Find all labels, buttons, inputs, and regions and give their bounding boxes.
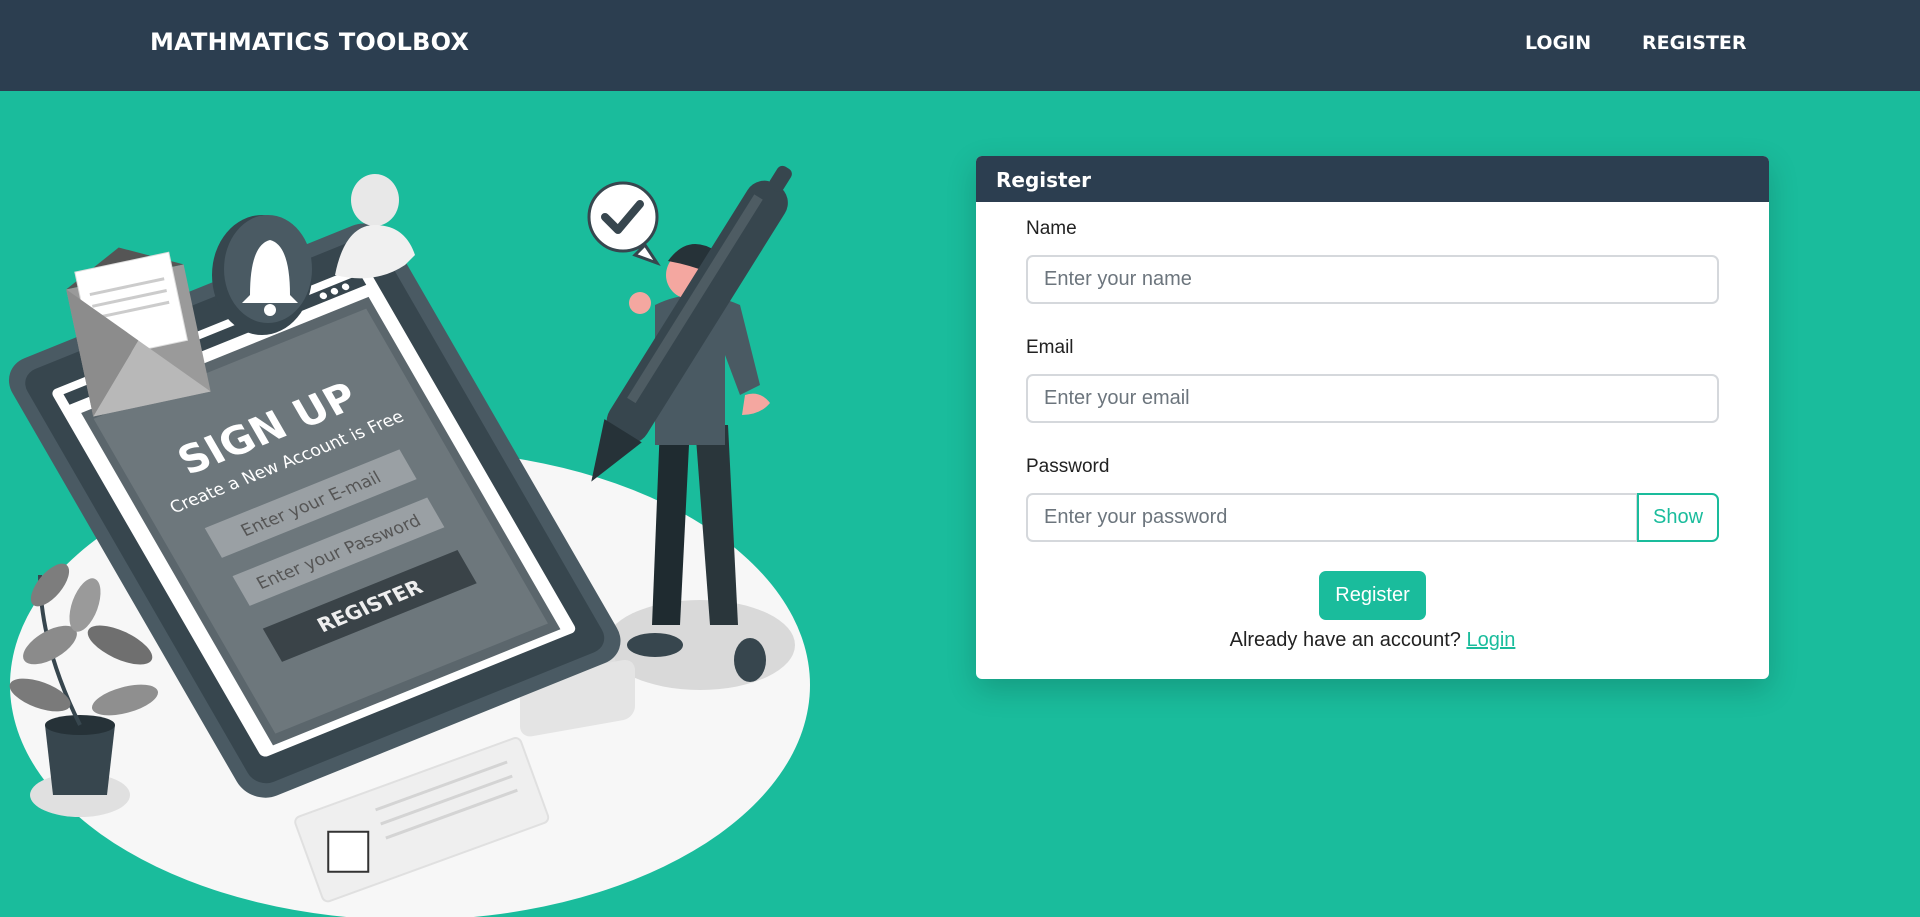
signup-illustration: SIGN UP Create a New Account is Free Ent…: [8, 165, 810, 917]
nav-login-link[interactable]: LOGIN: [1525, 32, 1591, 54]
nav-register-link[interactable]: REGISTER: [1642, 32, 1747, 54]
email-label: Email: [1026, 337, 1074, 358]
name-label: Name: [1026, 218, 1077, 239]
navbar: MATHMATICS TOOLBOX LOGIN REGISTER: [0, 0, 1920, 91]
user-icon: [335, 174, 415, 279]
password-input[interactable]: [1026, 493, 1638, 542]
show-password-button[interactable]: Show: [1637, 493, 1719, 542]
brand-logo[interactable]: MATHMATICS TOOLBOX: [150, 28, 469, 56]
login-link[interactable]: Login: [1466, 629, 1515, 651]
card-title: Register: [976, 156, 1769, 202]
name-input[interactable]: [1026, 255, 1719, 304]
password-label: Password: [1026, 456, 1110, 477]
login-prompt-text: Already have an account?: [1229, 629, 1461, 651]
register-submit-button[interactable]: Register: [1319, 571, 1426, 620]
check-bubble-icon: [587, 181, 661, 266]
login-prompt: Already have an account? Login: [976, 629, 1769, 652]
register-card: Register Name Email Password Show Regist…: [976, 156, 1769, 679]
email-input[interactable]: [1026, 374, 1719, 423]
bell-icon: [212, 215, 312, 335]
